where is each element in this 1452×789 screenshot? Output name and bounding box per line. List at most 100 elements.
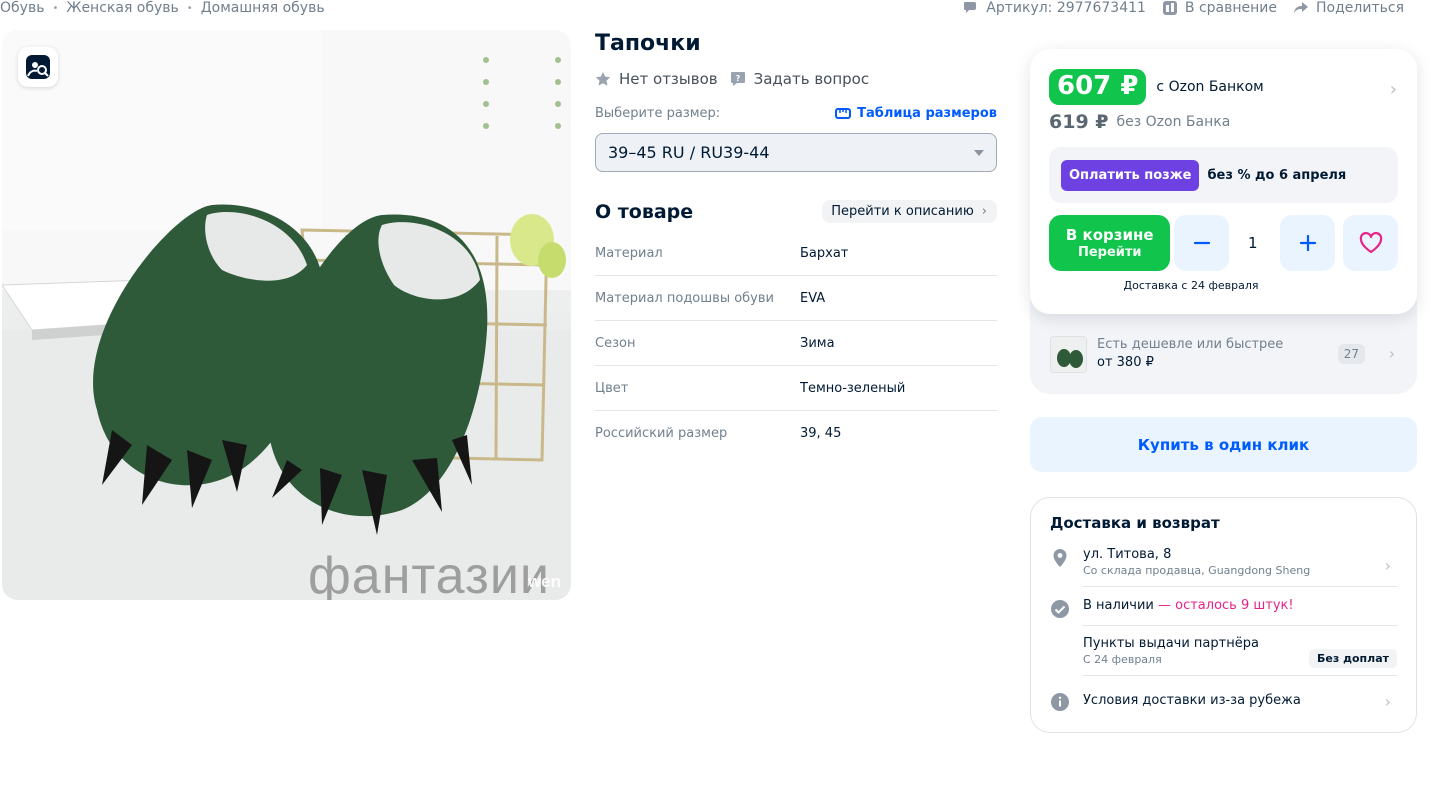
chevron-right-icon[interactable]: › (1390, 79, 1397, 100)
delivery-card: Доставка и возврат ул. Титова, 8 Со скла… (1030, 497, 1417, 733)
pickup-row: Пункты выдачи партнёра С 24 февраля Без … (1050, 635, 1397, 676)
size-selected-value: 39–45 RU / RU39-44 (608, 143, 770, 162)
stock-body: В наличии — осталось 9 штук! (1083, 597, 1397, 626)
reviews-link[interactable]: Нет отзывов (595, 70, 718, 88)
compare-icon (1162, 1, 1177, 15)
go-to-description-button[interactable]: Перейти к описанию › (822, 200, 997, 223)
price-main-label: с Ozon Банком (1156, 79, 1264, 95)
cheaper-offer-count: 27 (1337, 344, 1365, 364)
go-to-cart-label: Перейти (1077, 244, 1142, 260)
buy-row: В корзине Перейти 1 (1049, 215, 1398, 271)
in-cart-button[interactable]: В корзине Перейти (1049, 215, 1171, 271)
property-key: Цвет (595, 380, 629, 396)
stock-row: В наличии — осталось 9 штук! (1050, 597, 1397, 626)
location-pin-icon (1053, 549, 1067, 567)
property-row: Материал подошвы обуви EVA (595, 276, 997, 321)
check-circle-icon (1051, 600, 1069, 618)
product-image[interactable]: фантазии wen (2, 30, 571, 600)
cheaper-offers[interactable]: Есть дешевле или быстрее от 380 ₽ 27 › (1030, 300, 1417, 394)
pickup-body: Пункты выдачи партнёра С 24 февраля Без … (1083, 635, 1397, 676)
chevron-right-icon: › (1388, 344, 1395, 363)
cheaper-offer-thumbnail (1050, 336, 1087, 373)
abroad-delivery-row[interactable]: Условия доставки из-за рубежа › (1050, 690, 1397, 712)
breadcrumb-separator: • (52, 2, 59, 14)
in-cart-label: В корзине (1065, 225, 1154, 244)
size-table-link[interactable]: Таблица размеров (835, 106, 997, 121)
stock-status: В наличии (1083, 598, 1154, 613)
property-value: Бархат (800, 245, 849, 261)
price-alt: 619 ₽ (1049, 111, 1109, 133)
buy-one-click-button[interactable]: Купить в один клик (1030, 417, 1417, 472)
delivery-date: Доставка с 24 февраля (1123, 279, 1259, 292)
compare-label: В сравнение (1184, 0, 1278, 16)
price-main: 607 ₽ (1049, 69, 1147, 105)
plus-icon (1299, 234, 1316, 252)
chevron-right-icon: › (1384, 556, 1391, 575)
breadcrumb-item-shoes[interactable]: Обувь (0, 0, 44, 16)
property-value: EVA (800, 290, 826, 306)
property-value: Зима (800, 335, 835, 351)
price-alt-label: без Ozon Банка (1116, 114, 1231, 130)
product-info: Тапочки Нет отзывов ? Задать вопрос Выбе… (595, 30, 997, 456)
share-button[interactable]: Поделиться (1293, 0, 1404, 16)
image-watermark-small: wen (527, 572, 561, 591)
size-header: Выберите размер: Таблица размеров (595, 106, 997, 121)
breadcrumb-item-home-shoes[interactable]: Домашняя обувь (201, 0, 325, 16)
slippers-thumbnail (1051, 337, 1086, 372)
heart-icon (1359, 232, 1382, 254)
property-key: Материал (595, 245, 663, 261)
price-without-bank: 619 ₽ без Ozon Банка (1049, 111, 1398, 133)
delivery-address-row[interactable]: ул. Титова, 8 Со склада продавца, Guangd… (1050, 546, 1397, 587)
increase-quantity-button[interactable] (1280, 215, 1336, 271)
price-card: 607 ₽ с Ozon Банком › 619 ₽ без Ozon Бан… (1030, 49, 1417, 314)
properties-list: Материал Бархат Материал подошвы обуви E… (595, 231, 997, 456)
pay-later-button[interactable]: Оплатить позже (1061, 159, 1200, 191)
cheaper-offer-text: Есть дешевле или быстрее от 380 ₽ (1097, 336, 1283, 372)
share-label: Поделиться (1316, 0, 1404, 16)
product-title: Тапочки (595, 31, 701, 56)
article-text: Артикул: 2977673411 (986, 0, 1146, 16)
reviews-row: Нет отзывов ? Задать вопрос (595, 70, 997, 88)
cheaper-offer-line1: Есть дешевле или быстрее (1097, 337, 1284, 352)
chat-icon (964, 2, 977, 13)
stock-text: В наличии — осталось 9 штук! (1083, 597, 1397, 614)
about-title: О товаре (595, 200, 694, 223)
property-key: Сезон (595, 335, 636, 351)
compare-button[interactable]: В сравнение (1162, 0, 1277, 16)
property-row: Сезон Зима (595, 321, 997, 366)
star-icon (595, 72, 611, 86)
abroad-delivery-text: Условия доставки из-за рубежа (1083, 693, 1301, 708)
about-header: О товаре Перейти к описанию › (595, 200, 997, 223)
favorite-button[interactable] (1343, 215, 1398, 271)
product-meta: Артикул: 2977673411 В сравнение Поделить… (947, 0, 1404, 16)
share-icon (1294, 2, 1309, 14)
property-key: Материал подошвы обуви (595, 290, 774, 306)
delivery-title: Доставка и возврат (1050, 514, 1220, 532)
stock-left: — осталось 9 штук! (1158, 598, 1294, 613)
property-value: Темно-зеленый (800, 380, 906, 396)
breadcrumb: Обувь • Женская обувь • Домашняя обувь (0, 0, 325, 16)
article-number[interactable]: Артикул: 2977673411 (963, 0, 1146, 16)
price-with-bank[interactable]: 607 ₽ с Ozon Банком (1049, 69, 1398, 105)
property-row: Российский размер 39, 45 (595, 411, 997, 456)
property-value: 39, 45 (800, 426, 842, 441)
size-select[interactable]: 39–45 RU / RU39-44 (595, 133, 997, 172)
visual-search-button[interactable] (18, 47, 58, 87)
breadcrumb-separator: • (186, 2, 193, 14)
property-row: Материал Бархат (595, 231, 997, 276)
property-key: Российский размер (595, 426, 728, 441)
info-icon (1051, 693, 1069, 711)
chevron-right-icon: › (1385, 747, 1392, 766)
ask-question-label: Задать вопрос (753, 70, 870, 88)
ask-question-link[interactable]: ? Задать вопрос (730, 70, 870, 88)
pickup-tag: Без доплат (1309, 649, 1397, 668)
decrease-quantity-button[interactable] (1174, 215, 1230, 271)
property-row: Цвет Темно-зеленый (595, 366, 997, 411)
chevron-right-icon: › (981, 204, 987, 219)
chevron-right-icon: › (1384, 692, 1391, 711)
breadcrumb-item-women-shoes[interactable]: Женская обувь (66, 0, 178, 16)
image-search-icon (26, 55, 50, 79)
size-label: Выберите размер: (595, 106, 721, 121)
minus-icon (1193, 241, 1210, 245)
size-table-label: Таблица размеров (857, 106, 997, 121)
